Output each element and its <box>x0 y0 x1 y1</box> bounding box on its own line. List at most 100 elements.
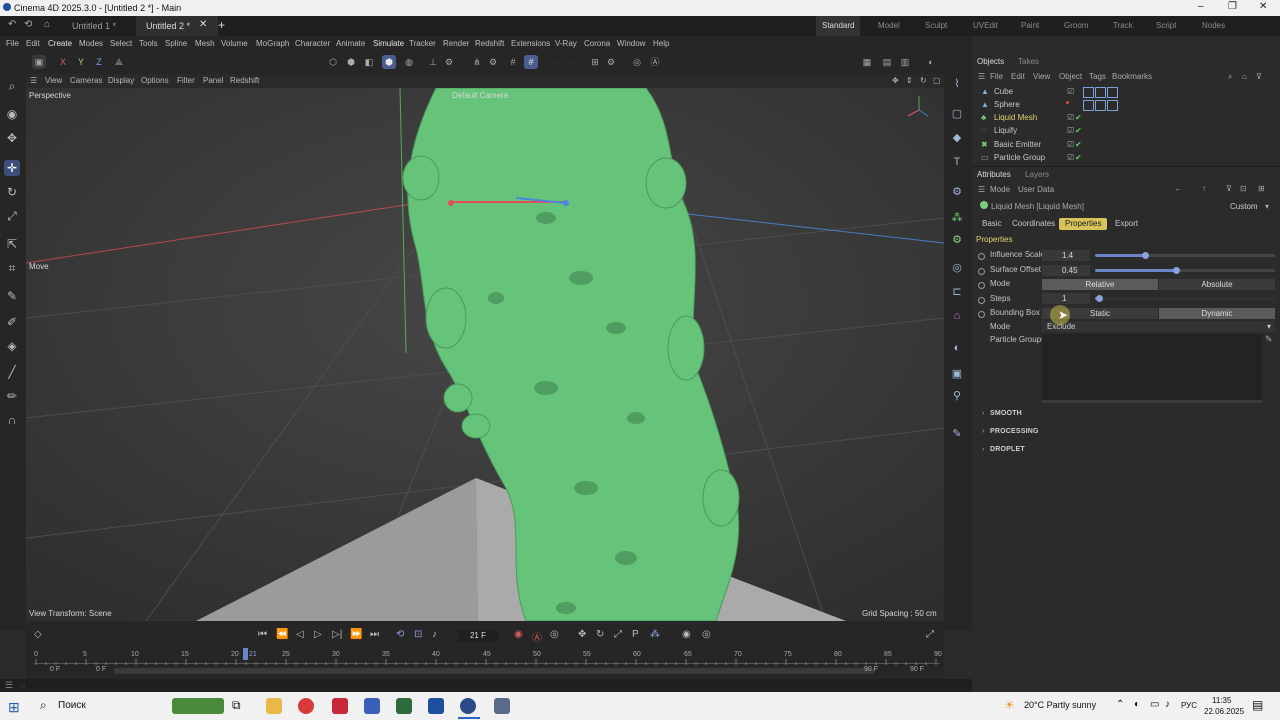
next-key-icon[interactable]: ⏩ <box>350 629 362 640</box>
expand-arrow-icon[interactable]: › <box>982 410 984 417</box>
menu-character[interactable]: Character <box>295 39 330 48</box>
snap-settings-icon[interactable]: ⚙ <box>486 55 500 69</box>
menu-tools[interactable]: Tools <box>139 39 158 48</box>
menu-redshift[interactable]: Redshift <box>475 39 504 48</box>
enabled-check-icon[interactable]: ✔ <box>1075 138 1082 151</box>
clock-time[interactable]: 11:35 <box>1212 696 1231 705</box>
enabled-check-icon[interactable]: ✔ <box>1075 111 1082 124</box>
lock-attributes-icon[interactable]: ⊡ <box>1240 184 1247 193</box>
material-tag-icon[interactable] <box>1083 100 1094 111</box>
loop-icon[interactable]: ⟲ <box>396 629 404 640</box>
viewport-rotate-icon[interactable]: ↻ <box>920 76 927 85</box>
filter-icon[interactable]: ⊽ <box>1226 184 1232 193</box>
opera-icon[interactable] <box>298 698 314 714</box>
add-tab-icon[interactable]: + <box>218 18 225 32</box>
objects-menu-view[interactable]: View <box>1033 72 1050 81</box>
sketch-icon[interactable]: ✎ <box>949 426 965 442</box>
grid-snap-icon[interactable]: # <box>506 55 520 69</box>
object-row-sphere[interactable]: ▲ Sphere <box>981 98 1277 111</box>
current-frame-field[interactable]: 21 F <box>458 630 498 642</box>
axis-y-toggle[interactable]: Y <box>74 55 88 69</box>
axis-x-toggle[interactable]: X <box>56 55 70 69</box>
notifications-icon[interactable]: ▤ <box>1252 698 1263 712</box>
timeline-playhead[interactable] <box>243 648 248 660</box>
status-menu-icon[interactable]: ☰ <box>5 680 13 691</box>
influence-scale-input[interactable]: 1.4 <box>1042 250 1090 261</box>
menu-help[interactable]: Help <box>653 39 669 48</box>
back-arrow-icon[interactable]: ← <box>1174 184 1182 193</box>
surface-offset-slider[interactable] <box>1095 267 1275 274</box>
menu-corona[interactable]: Corona <box>584 39 610 48</box>
record-icon[interactable]: ◉ <box>514 629 523 640</box>
sculpt-mode-icon[interactable]: Ⓐ <box>648 55 662 69</box>
object-row-liquid-mesh[interactable]: ♣ Liquid Mesh ☑ ✔ <box>981 111 1277 124</box>
minimize-button[interactable]: – <box>1198 1 1204 12</box>
spline-pen-icon[interactable]: ⌇ <box>949 76 965 92</box>
material-tag-icon[interactable] <box>1083 87 1094 98</box>
light-object-icon[interactable]: ⚲ <box>949 388 965 404</box>
keyframe-diamond-icon[interactable] <box>976 295 987 306</box>
particle-groups-list[interactable] <box>1042 334 1262 400</box>
rectangle-spline-icon[interactable]: ▢ <box>949 106 965 122</box>
character-icon[interactable]: ⌂ <box>949 308 965 324</box>
timeline-settings-icon[interactable]: ◎ <box>702 629 711 640</box>
axis-settings-icon[interactable]: ⚙ <box>442 55 456 69</box>
points-mode-icon[interactable]: ⬢ <box>344 55 358 69</box>
transform-tool-icon[interactable]: ⇱ <box>4 236 20 252</box>
viewport-menu-panel[interactable]: Panel <box>203 76 223 85</box>
enabled-check-icon[interactable]: ✔ <box>1075 124 1082 137</box>
viewport-pan-icon[interactable]: ✥ <box>892 76 899 85</box>
object-row-basic-emitter[interactable]: ✖ Basic Emitter ☑ ✔ <box>981 138 1277 151</box>
app-blue-icon[interactable] <box>460 698 476 714</box>
objects-menu-tags[interactable]: Tags <box>1089 72 1106 81</box>
layout-paint[interactable]: Paint <box>1021 16 1039 36</box>
model-mode-icon[interactable]: ⬡ <box>326 55 340 69</box>
attributes-menu-icon[interactable]: ☰ <box>978 185 985 194</box>
menu-simulate[interactable]: Simulate <box>373 39 404 48</box>
objects-menu-file[interactable]: File <box>990 72 1003 81</box>
task-view-icon[interactable]: ⧉ <box>232 698 248 714</box>
rotate-tool-icon[interactable]: ↻ <box>4 184 20 200</box>
viewport-maximize-icon[interactable]: ▢ <box>933 76 941 85</box>
viewport-menu-view[interactable]: View <box>45 76 62 85</box>
menu-vray[interactable]: V-Ray <box>555 39 577 48</box>
timeline-expand-icon[interactable]: ⤢ <box>926 629 934 640</box>
menu-mograph[interactable]: MoGraph <box>256 39 289 48</box>
key-rotation-icon[interactable]: ↻ <box>596 629 604 640</box>
steps-slider[interactable] <box>1095 295 1275 302</box>
display-tag-icon[interactable] <box>1107 87 1118 98</box>
influence-scale-slider[interactable] <box>1095 252 1275 259</box>
objects-search-icon[interactable]: ⌕ <box>1228 72 1232 82</box>
menu-select[interactable]: Select <box>110 39 132 48</box>
cube-object-icon[interactable]: ◆ <box>949 130 965 146</box>
menu-edit[interactable]: Edit <box>26 39 40 48</box>
layout-model[interactable]: Model <box>878 16 900 36</box>
subtab-coordinates[interactable]: Coordinates <box>1006 218 1061 230</box>
search-highlight-icon[interactable] <box>172 698 224 714</box>
tray-app-icon[interactable]: ◐ <box>1134 699 1140 710</box>
objects-menu-icon[interactable]: ☰ <box>978 72 985 81</box>
layout-groom[interactable]: Groom <box>1064 16 1088 36</box>
snap-icon[interactable]: ⋔ <box>470 55 484 69</box>
render-picture-viewer-icon[interactable]: ▤ <box>880 55 894 69</box>
tray-chevron-icon[interactable]: ⌃ <box>1116 699 1124 710</box>
app-red-icon[interactable] <box>332 698 348 714</box>
visibility-toggle[interactable]: ☑ <box>1067 124 1074 137</box>
app-green-icon[interactable] <box>396 698 412 714</box>
sound-icon[interactable]: ♪ <box>432 629 437 640</box>
objects-home-icon[interactable]: ⌂ <box>1242 72 1247 81</box>
keyframe-diamond-icon[interactable] <box>976 280 987 291</box>
paint-tool-icon[interactable]: ◈ <box>4 338 20 354</box>
viewport-menu-display[interactable]: Display <box>108 76 134 85</box>
viewport-menu-redshift[interactable]: Redshift <box>230 76 259 85</box>
object-row-cube[interactable]: ▲ Cube ☑ <box>981 85 1277 98</box>
play-icon[interactable]: ▷ <box>314 629 322 640</box>
close-window-button[interactable]: ✕ <box>1259 1 1267 12</box>
file-explorer-icon[interactable] <box>266 698 282 714</box>
camera-object-icon[interactable]: ▣ <box>949 366 965 382</box>
layout-standard[interactable]: Standard <box>816 16 861 36</box>
generator-icon[interactable]: ⚙ <box>949 184 965 200</box>
attributes-menu-user-data[interactable]: User Data <box>1018 185 1054 194</box>
windows-start-icon[interactable]: ⊞ <box>8 699 20 716</box>
coordinate-system-icon[interactable]: ▣ <box>32 55 46 69</box>
